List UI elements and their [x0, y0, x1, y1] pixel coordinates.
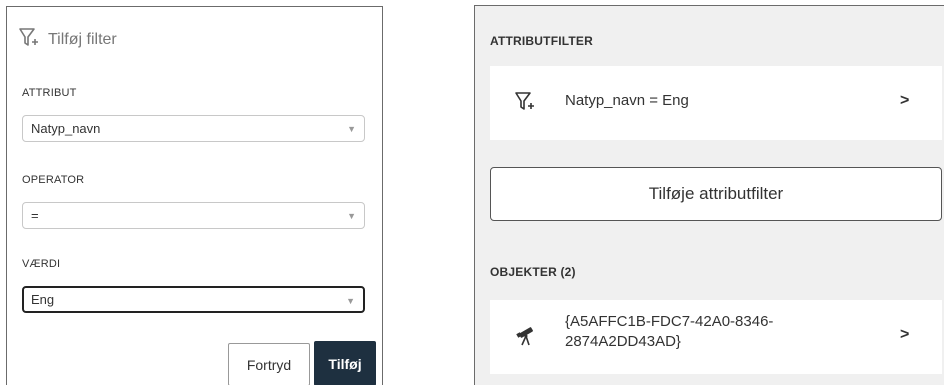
- active-filter-item[interactable]: Natyp_navn = Eng >: [490, 66, 942, 140]
- operator-select[interactable]: = ▼: [22, 202, 365, 229]
- attribute-filter-title: ATTRIBUTFILTER: [490, 34, 594, 48]
- dropdown-arrow-icon: ▼: [347, 124, 356, 134]
- chevron-right-icon: >: [900, 326, 910, 343]
- add-button[interactable]: Tilføj: [314, 341, 376, 385]
- value-select[interactable]: Eng ▼: [22, 286, 365, 313]
- cancel-button[interactable]: Fortryd: [228, 343, 310, 385]
- attribute-label: ATTRIBUT: [22, 87, 77, 99]
- active-filter-text: Natyp_navn = Eng: [565, 92, 689, 109]
- attribute-select[interactable]: Natyp_navn ▼: [22, 115, 365, 142]
- dropdown-arrow-icon: ▼: [346, 296, 355, 306]
- add-filter-panel: Tilføj filter ATTRIBUT Natyp_navn ▼ OPER…: [6, 6, 383, 385]
- attribute-filter-panel: ATTRIBUTFILTER Natyp_navn = Eng > Tilføj…: [474, 5, 944, 385]
- chevron-right-icon: >: [900, 92, 910, 109]
- operator-label: OPERATOR: [22, 174, 85, 186]
- add-attribute-filter-button[interactable]: Tilføje attributfilter: [490, 167, 942, 221]
- operator-select-value: =: [31, 208, 39, 223]
- attribute-select-value: Natyp_navn: [31, 121, 101, 136]
- filter-add-icon: [18, 27, 40, 54]
- object-list-item[interactable]: {A5AFFC1B-FDC7-42A0-8346-2874A2DD43AD} >: [490, 300, 942, 374]
- dropdown-arrow-icon: ▼: [347, 211, 356, 221]
- telescope-icon: [514, 324, 538, 353]
- add-filter-header: Tilføj filter: [18, 27, 117, 53]
- objects-title: OBJEKTER (2): [490, 265, 576, 279]
- value-label: VÆRDI: [22, 258, 61, 270]
- object-id-text: {A5AFFC1B-FDC7-42A0-8346-2874A2DD43AD}: [565, 313, 774, 350]
- add-filter-title: Tilføj filter: [48, 31, 117, 48]
- value-select-value: Eng: [31, 292, 55, 307]
- filter-add-icon: [514, 91, 536, 118]
